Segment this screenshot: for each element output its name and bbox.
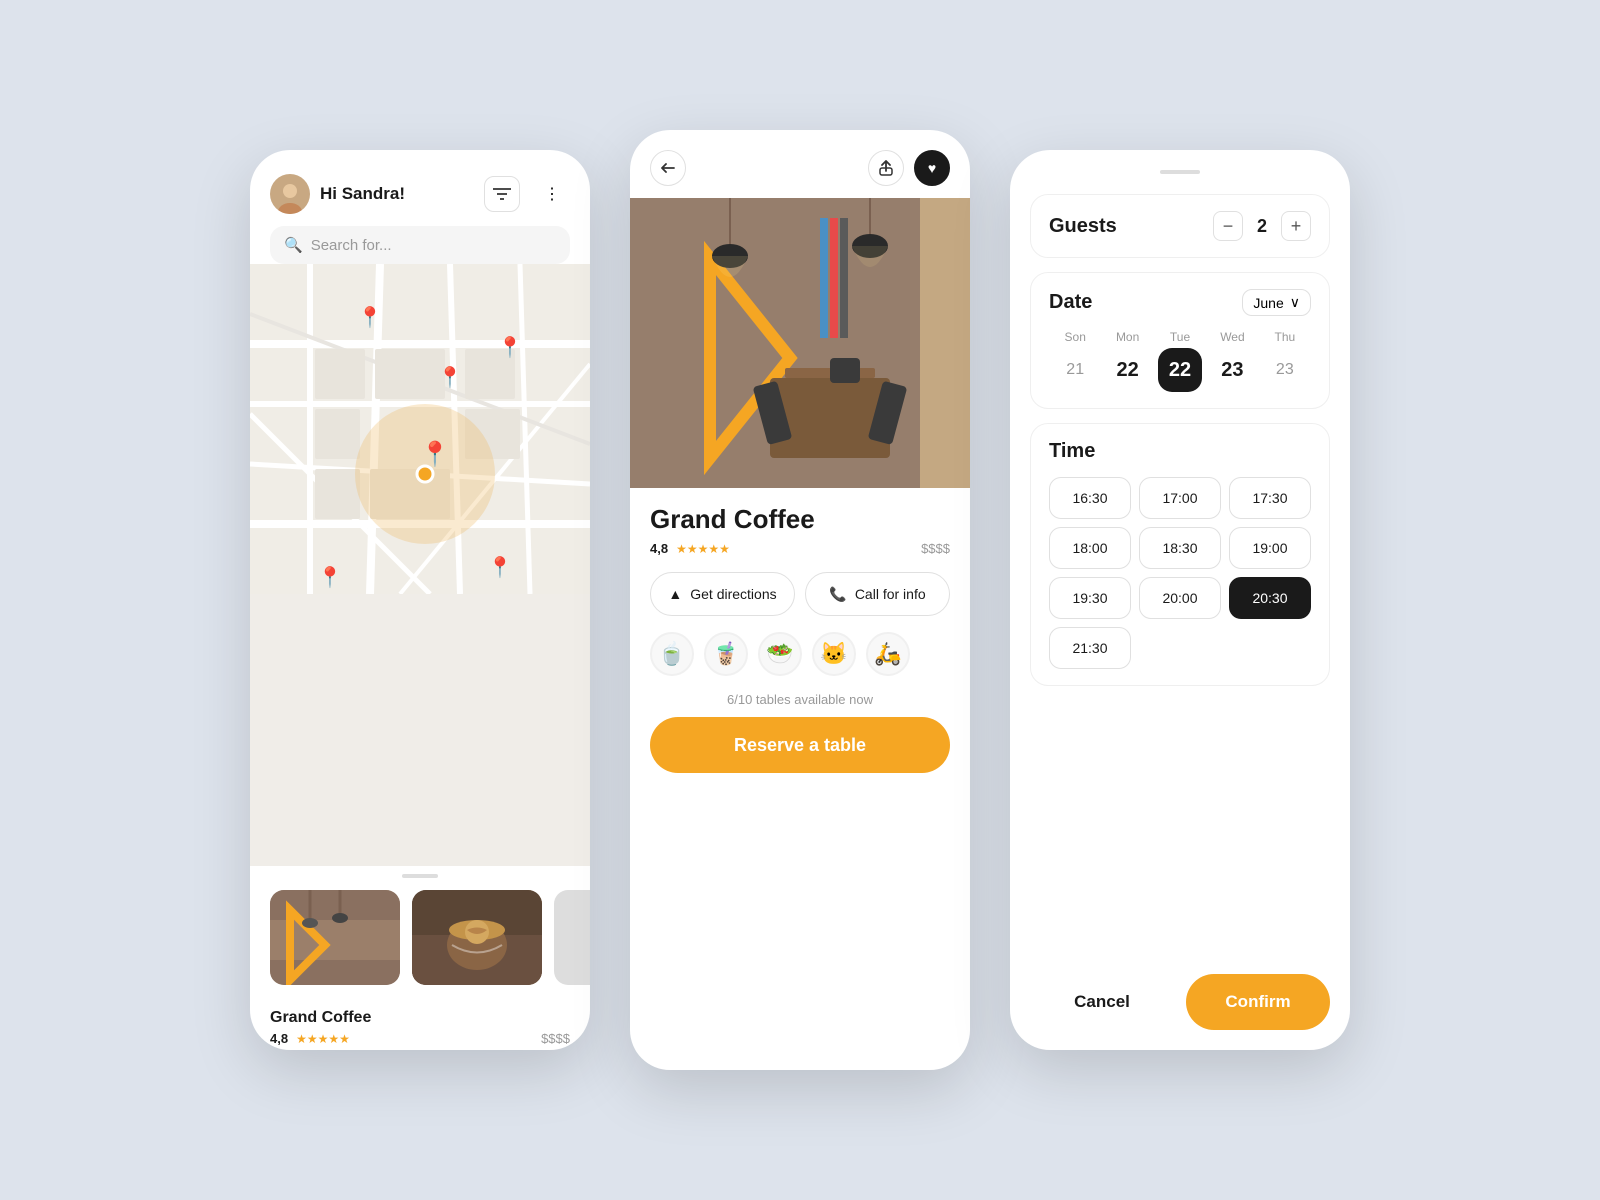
reserve-table-button[interactable]: Reserve a table — [650, 717, 950, 773]
guests-header: Guests − 2 + — [1049, 211, 1311, 241]
svg-text:📍: 📍 — [358, 305, 383, 329]
search-bar[interactable]: 🔍 Search for... — [270, 226, 570, 264]
emoji-4[interactable]: 🐱 — [812, 632, 856, 676]
avatar-greeting: Hi Sandra! — [270, 174, 405, 214]
time-1930[interactable]: 19:30 — [1049, 577, 1131, 619]
cafe-image-3[interactable] — [554, 890, 590, 985]
emoji-5[interactable]: 🛵 — [866, 632, 910, 676]
call-for-info-button[interactable]: 📞 Call for info — [805, 572, 950, 616]
cafe-image-2[interactable] — [412, 890, 542, 985]
time-2000[interactable]: 20:00 — [1139, 577, 1221, 619]
date-section: Date June ∨ Son 21 Mon 22 Tue 22 — [1030, 272, 1330, 409]
svg-text:📍: 📍 — [498, 335, 523, 359]
greeting-text: Hi Sandra! — [320, 184, 405, 204]
confirm-button[interactable]: Confirm — [1186, 974, 1330, 1030]
emoji-row: 🍵 🧋 🥗 🐱 🛵 — [650, 632, 950, 676]
cards-row — [250, 886, 590, 1001]
more-button[interactable]: ⋮ — [534, 176, 570, 212]
cal-day-thu[interactable]: Thu 23 — [1259, 330, 1311, 392]
chevron-down-icon: ∨ — [1290, 294, 1300, 311]
minus-icon: − — [1223, 216, 1234, 237]
time-1630[interactable]: 16:30 — [1049, 477, 1131, 519]
header-icons: ⋮ — [484, 176, 570, 212]
tables-available: 6/10 tables available now — [650, 692, 950, 707]
svg-text:📍: 📍 — [318, 565, 343, 589]
time-1830[interactable]: 18:30 — [1139, 527, 1221, 569]
increase-guests-button[interactable]: + — [1281, 211, 1311, 241]
modal-handle — [1160, 170, 1200, 174]
search-icon: 🔍 — [284, 236, 303, 254]
guest-count: 2 — [1257, 216, 1267, 237]
cal-day-wed[interactable]: Wed 23 — [1206, 330, 1258, 392]
svg-text:📍: 📍 — [438, 365, 463, 389]
month-label: June — [1253, 295, 1283, 311]
restaurant-price: $$$$ — [921, 541, 950, 556]
cafe-meta: 4,8 ★★★★★ $$$$ — [270, 1031, 570, 1046]
cal-day-tue[interactable]: Tue 22 — [1154, 330, 1206, 392]
map-svg: 📍 📍 📍 📍 📍 📍 — [250, 264, 590, 594]
svg-text:📍: 📍 — [488, 555, 513, 579]
cafe-rating: 4,8 — [270, 1031, 288, 1046]
favorite-button[interactable]: ♥ — [914, 150, 950, 186]
phone-icon: 📞 — [829, 586, 846, 603]
time-1730[interactable]: 17:30 — [1229, 477, 1311, 519]
cancel-button[interactable]: Cancel — [1030, 974, 1174, 1030]
get-directions-button[interactable]: ▲ Get directions — [650, 572, 795, 616]
map-area[interactable]: 📍 📍 📍 📍 📍 📍 — [250, 264, 590, 866]
action-buttons: ▲ Get directions 📞 Call for info — [650, 572, 950, 616]
footer-buttons: Cancel Confirm — [1030, 964, 1330, 1030]
emoji-2[interactable]: 🧋 — [704, 632, 748, 676]
cafe-stars: ★★★★★ — [296, 1032, 350, 1046]
cal-day-mon[interactable]: Mon 22 — [1101, 330, 1153, 392]
time-2130[interactable]: 21:30 — [1049, 627, 1131, 669]
time-2030[interactable]: 20:30 — [1229, 577, 1311, 619]
time-1800[interactable]: 18:00 — [1049, 527, 1131, 569]
scroll-indicator — [402, 874, 438, 878]
restaurant-name: Grand Coffee — [650, 504, 950, 535]
emoji-1[interactable]: 🍵 — [650, 632, 694, 676]
get-directions-label: Get directions — [690, 586, 776, 602]
top-actions: ♥ — [868, 150, 950, 186]
restaurant-meta: 4,8 ★★★★★ $$$$ — [650, 541, 950, 556]
plus-icon: + — [1291, 216, 1302, 237]
filter-button[interactable] — [484, 176, 520, 212]
time-section: Time 16:30 17:00 17:30 18:00 18:30 19:00… — [1030, 423, 1330, 686]
guests-section: Guests − 2 + — [1030, 194, 1330, 258]
restaurant-image — [630, 198, 970, 488]
share-button[interactable] — [868, 150, 904, 186]
directions-icon: ▲ — [668, 586, 682, 602]
phone2-content: Grand Coffee 4,8 ★★★★★ $$$$ ▲ Get direct… — [630, 488, 970, 1070]
month-selector[interactable]: June ∨ — [1242, 289, 1311, 316]
restaurant-stars: ★★★★★ — [676, 542, 730, 556]
emoji-3[interactable]: 🥗 — [758, 632, 802, 676]
restaurant-rating: 4,8 — [650, 541, 668, 556]
date-title: Date — [1049, 291, 1092, 314]
time-1700[interactable]: 17:00 — [1139, 477, 1221, 519]
cafe-image-1[interactable] — [270, 890, 400, 985]
phone2-topbar: ♥ — [630, 130, 970, 198]
phone-1: Hi Sandra! ⋮ 🔍 Search for... — [250, 150, 590, 1050]
phone1-header: Hi Sandra! ⋮ — [250, 150, 590, 226]
cafe-label: Grand Coffee 4,8 ★★★★★ $$$$ — [250, 1001, 590, 1050]
guest-controls: − 2 + — [1213, 211, 1311, 241]
phone-2: ♥ — [630, 130, 970, 1070]
time-1900[interactable]: 19:00 — [1229, 527, 1311, 569]
time-title: Time — [1049, 440, 1095, 462]
svg-text:📍: 📍 — [420, 440, 450, 468]
cal-day-son[interactable]: Son 21 — [1049, 330, 1101, 392]
time-grid: 16:30 17:00 17:30 18:00 18:30 19:00 19:3… — [1049, 477, 1311, 669]
guests-title: Guests — [1049, 215, 1117, 238]
calendar-row: Son 21 Mon 22 Tue 22 Wed 23 Thu 23 — [1049, 330, 1311, 392]
phone-3: Guests − 2 + Date June ∨ — [1010, 150, 1350, 1050]
decrease-guests-button[interactable]: − — [1213, 211, 1243, 241]
cafe-price: $$$$ — [541, 1031, 570, 1046]
call-for-info-label: Call for info — [855, 586, 926, 602]
date-header: Date June ∨ — [1049, 289, 1311, 316]
search-placeholder: Search for... — [311, 237, 392, 254]
cafe-name: Grand Coffee — [270, 1009, 570, 1027]
back-button[interactable] — [650, 150, 686, 186]
avatar — [270, 174, 310, 214]
